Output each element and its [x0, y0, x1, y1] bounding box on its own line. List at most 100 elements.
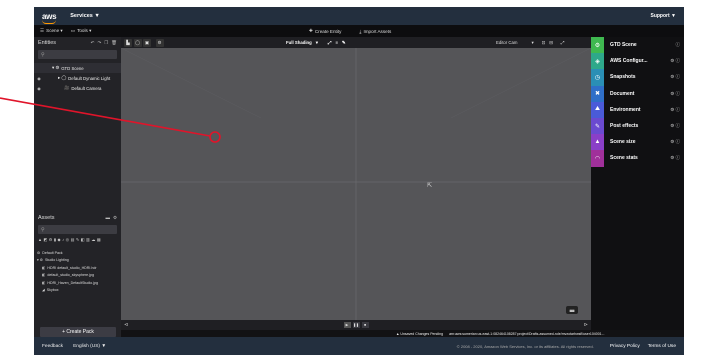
filter-icon[interactable]: ◆ [58, 237, 61, 244]
list-icon[interactable]: ≡ [335, 40, 338, 45]
fullscreen-icon[interactable]: ⤢ [561, 40, 564, 45]
image-icon: ◧ [42, 273, 46, 278]
panel-actions-icon[interactable]: ⚙ ⓘ [670, 74, 680, 80]
panel-snapshots[interactable]: ◷ Snapshots ⚙ ⓘ [591, 69, 684, 86]
services-menu[interactable]: Services ▼ [70, 13, 100, 19]
pencil-icon[interactable]: ✎ [342, 40, 346, 46]
move-tool-button[interactable]: ▙ [124, 38, 132, 47]
playback-bar: ⊲ ▶ ❚❚ ■ ⊳ [121, 320, 591, 330]
panel-actions-icon[interactable]: ⚙ ⓘ [670, 155, 680, 161]
tree-item-default-camera[interactable]: ◉ 🎥 Default Camera [34, 83, 121, 93]
pause-button[interactable]: ❚❚ [352, 322, 360, 328]
feedback-link[interactable]: Feedback [42, 344, 63, 349]
asset-item[interactable]: ◢ Skybox [34, 287, 121, 295]
collapse-left-icon[interactable]: ⊲ [124, 322, 128, 328]
filter-icon[interactable]: ☁ [91, 237, 95, 244]
entities-search-input[interactable]: ⚲ [38, 50, 117, 59]
panel-actions-icon[interactable]: ⚙ ⓘ [670, 123, 680, 129]
panel-aws-configuration[interactable]: ◈ AWS Configur... ⚙ ⓘ [591, 53, 684, 70]
shading-select[interactable]: Full Shading ▾ ⤢ ≡ ✎ [286, 40, 346, 46]
visibility-icon[interactable]: ◉ [34, 86, 44, 91]
support-menu[interactable]: Support ▼ [650, 13, 676, 19]
filter-icon[interactable]: ✎ [76, 237, 79, 244]
filter-icon[interactable]: ⚙ [49, 237, 53, 244]
image-icon: ◧ [42, 280, 46, 285]
info-icon[interactable]: ⓘ [676, 42, 681, 48]
svg-text:⇱: ⇱ [427, 182, 432, 189]
stats-icon: ◠ [591, 150, 604, 167]
panel-environment[interactable]: ⛰ Environment ⚙ ⓘ [591, 101, 684, 118]
folder-icon[interactable]: ▬ [105, 215, 110, 221]
panel-gtd-scene[interactable]: ⚙ GTD Scene ⓘ [591, 37, 684, 54]
asset-item[interactable]: ⚙ Default Pack [34, 249, 121, 257]
panel-scene-size[interactable]: ▲ Scene size ⚙ ⓘ [591, 134, 684, 151]
tree-item-label: Default Camera [71, 85, 102, 91]
filter-icon[interactable]: ◎ [66, 237, 70, 244]
asset-list: ⚙ Default Pack ▾ ⚙ Studio Lighting ◧ HDRI d… [34, 249, 121, 294]
redo-icon[interactable]: ↷ [97, 40, 101, 46]
frame-icon[interactable]: ⊟ [549, 40, 553, 46]
settings-icon[interactable]: ⚙ [155, 38, 164, 47]
asset-item[interactable]: ◧ HDRI default_studio_HDRI.hdr [34, 264, 121, 272]
create-pack-button[interactable]: + Create Pack [40, 327, 116, 337]
unsaved-changes-status[interactable]: ▲ Unsaved Changes Pending [396, 332, 443, 336]
language-select[interactable]: English (US) ▼ [73, 344, 106, 349]
vr-headset-icon[interactable]: ◙◙ [566, 306, 578, 314]
status-bar: ▲ Unsaved Changes Pending arn:aws:sumeri… [121, 330, 684, 337]
filter-icon[interactable]: ▲ [38, 237, 42, 244]
filter-icon[interactable]: ▦ [97, 237, 101, 244]
asset-item[interactable]: ◧ default_studio_skysphere.jpg [34, 272, 121, 280]
panel-actions-icon[interactable]: ⚙ ⓘ [670, 58, 680, 64]
aws-icon: ◈ [591, 53, 604, 70]
panel-actions-icon[interactable]: ⚙ ⓘ [670, 107, 680, 113]
effects-icon: ✎ [591, 117, 604, 135]
grid-toggle-icon[interactable]: ⤢ [328, 40, 331, 45]
camera-select[interactable]: Editor Cam ▾ ⊡ ⊟ ⤢ [496, 40, 564, 46]
entity-tree: ▾ ⚙ GTD Scene ◉ ▸ ◯ Default Dynamic Ligh… [34, 63, 121, 93]
stop-button[interactable]: ■ [361, 322, 369, 328]
asset-item[interactable]: ◧ HDRI_Haven_DefaultStudio.jpg [34, 279, 121, 287]
panel-actions-icon[interactable]: ⚙ ⓘ [670, 139, 680, 145]
console-footer: Feedback English (US) ▼ © 2008 - 2020, A… [34, 337, 684, 355]
assets-search-input[interactable]: ⚲ [38, 225, 117, 234]
rotate-tool-button[interactable]: ◯ [133, 38, 142, 47]
search-icon: ⚲ [41, 51, 45, 58]
filter-icon[interactable]: ▤ [71, 237, 75, 244]
trash-icon[interactable]: 🗑 [111, 40, 117, 46]
copy-icon[interactable]: ❐ [104, 40, 108, 46]
app-frame: aws Services ▼ Support ▼ ☰ Scene ▾ ▭ Tools… [34, 7, 684, 355]
terms-of-use-link[interactable]: Terms of Use [648, 344, 676, 349]
viewport-grid: ⇱ [121, 48, 591, 320]
panel-scene-stats[interactable]: ◠ Scene stats ⚙ ⓘ [591, 150, 684, 167]
import-assets-button[interactable]: ⤓ Import Assets [359, 28, 391, 34]
scene-icon: ⚙ [591, 37, 604, 54]
collapse-right-icon[interactable]: ⊳ [584, 322, 588, 328]
frame-icon[interactable]: ⊡ [542, 40, 546, 46]
play-button[interactable]: ▶ [343, 322, 351, 328]
aws-logo[interactable]: aws [42, 12, 57, 24]
asset-item[interactable]: ▾ ⚙ Studio Lighting [34, 257, 121, 265]
scene-viewport[interactable]: ⇱ [121, 48, 591, 320]
download-icon: ⤓ [359, 28, 362, 34]
create-entity-button[interactable]: ✚ Create Entity [309, 28, 341, 34]
panel-post-effects[interactable]: ✎ Post effects ⚙ ⓘ [591, 117, 684, 135]
tools-menu[interactable]: ▭ Tools ▾ [71, 28, 92, 34]
filter-icon[interactable]: ▮ [54, 237, 56, 244]
privacy-policy-link[interactable]: Privacy Policy [610, 344, 640, 349]
expand-icon[interactable]: ▾ ⚙ [52, 65, 59, 71]
entities-title: Entities [38, 40, 57, 46]
settings-icon[interactable]: ⚙ [113, 215, 117, 221]
visibility-icon[interactable]: ◉ [34, 76, 44, 81]
filter-icon[interactable]: ♪ [62, 237, 64, 244]
filter-icon[interactable]: ▥ [86, 237, 90, 244]
filter-icon[interactable]: ◩ [43, 237, 47, 244]
undo-icon[interactable]: ↶ [91, 40, 95, 46]
scene-menu[interactable]: ☰ Scene ▾ [40, 28, 63, 34]
panel-document[interactable]: ✖ Document ⚙ ⓘ [591, 85, 684, 102]
tree-item-gtd-scene[interactable]: ▾ ⚙ GTD Scene [34, 63, 121, 73]
filter-icon[interactable]: ◧ [81, 237, 85, 244]
assets-header: Assets ▬ ⚙ [34, 212, 121, 224]
tree-item-default-dynamic-light[interactable]: ◉ ▸ ◯ Default Dynamic Light [34, 73, 121, 83]
panel-actions-icon[interactable]: ⚙ ⓘ [670, 91, 680, 97]
scale-tool-button[interactable]: ▣ [143, 38, 151, 47]
